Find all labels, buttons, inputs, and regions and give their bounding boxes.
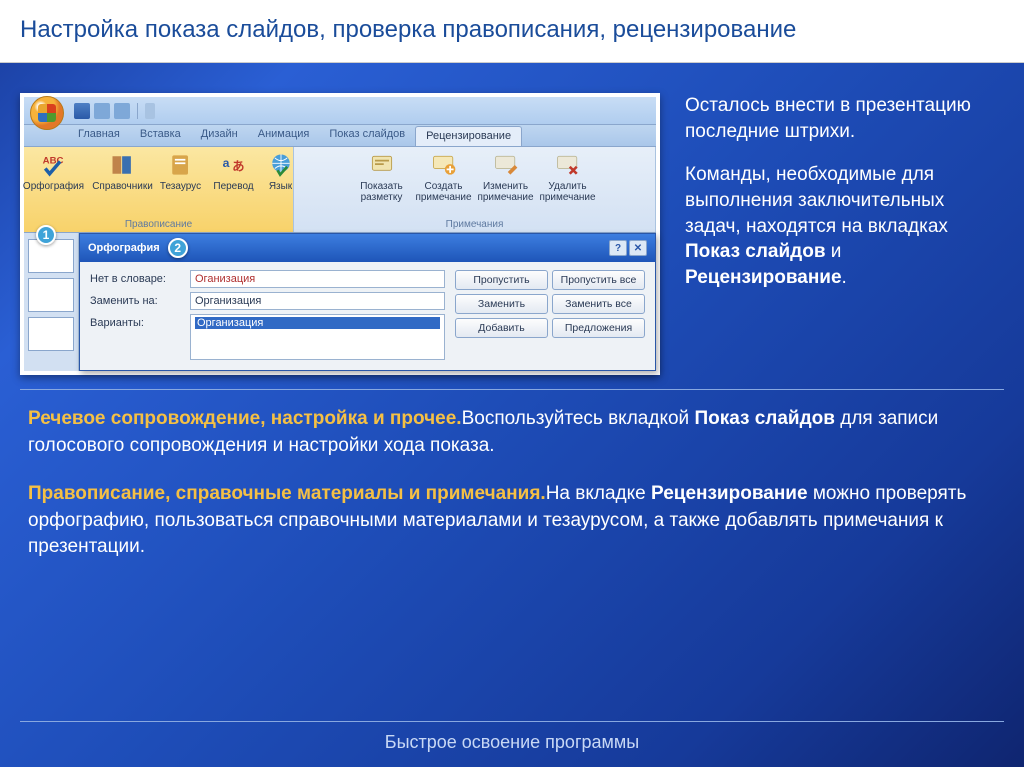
edit-comment-button[interactable]: Изменить примечание	[478, 151, 534, 203]
help-icon[interactable]: ?	[609, 240, 627, 256]
translate-label: Перевод	[213, 181, 253, 192]
new-comment-label: Создать примечание	[415, 181, 471, 203]
page-title: Настройка показа слайдов, проверка право…	[0, 0, 1024, 63]
translate-icon: aあ	[220, 151, 248, 179]
office-button[interactable]	[30, 96, 64, 130]
change-to-field[interactable]: Организация	[190, 292, 445, 310]
slide-thumbnails	[24, 233, 79, 371]
thesaurus-label: Тезаурус	[160, 181, 201, 192]
save-icon[interactable]	[74, 103, 90, 119]
body-p2b: Рецензирование	[651, 483, 808, 504]
thesaurus-icon	[167, 151, 195, 179]
office-window: Главная Вставка Дизайн Анимация Показ сл…	[20, 93, 660, 375]
change-to-label: Заменить на:	[90, 292, 180, 307]
redo-icon[interactable]	[114, 103, 130, 119]
tab-review[interactable]: Рецензирование	[415, 126, 522, 146]
dialog-titlebar: Орфография 2 ? ✕	[80, 234, 655, 262]
edit-comment-label: Изменить примечание	[477, 181, 533, 203]
spelling-icon: ABC	[40, 151, 68, 179]
body-p2a: На вкладке	[546, 483, 651, 504]
show-markup-label: Показать разметку	[354, 181, 410, 203]
suggest-button[interactable]: Предложения	[552, 318, 645, 338]
svg-text:a: a	[222, 156, 229, 170]
divider	[20, 389, 1004, 390]
callout-1: 1	[36, 225, 56, 245]
research-button[interactable]: Справочники	[95, 151, 151, 192]
slide-thumb[interactable]	[28, 317, 74, 351]
thesaurus-button[interactable]: Тезаурус	[157, 151, 205, 192]
spelling-dialog: Орфография 2 ? ✕ Нет в словаре: Оганизац…	[79, 233, 656, 371]
body-text: Речевое сопровождение, настройка и проче…	[0, 406, 1024, 593]
tab-slideshow[interactable]: Показ слайдов	[319, 125, 415, 146]
tab-home[interactable]: Главная	[68, 125, 130, 146]
group-comments: Показать разметку Создать примечание	[294, 147, 656, 232]
tab-insert[interactable]: Вставка	[130, 125, 191, 146]
delete-comment-button[interactable]: Удалить примечание	[540, 151, 596, 203]
change-all-button[interactable]: Заменить все	[552, 294, 645, 314]
group-comments-label: Примечания	[446, 219, 504, 230]
side-p1: Осталось внести в презентацию последние …	[685, 93, 1004, 144]
ignore-all-button[interactable]: Пропустить все	[552, 270, 645, 290]
show-markup-button[interactable]: Показать разметку	[354, 151, 410, 203]
slide-thumb[interactable]	[28, 278, 74, 312]
add-button[interactable]: Добавить	[455, 318, 548, 338]
body-p1a: Воспользуйтесь вкладкой	[462, 408, 695, 429]
new-comment-button[interactable]: Создать примечание	[416, 151, 472, 203]
delete-comment-label: Удалить примечание	[539, 181, 595, 203]
tab-animation[interactable]: Анимация	[248, 125, 320, 146]
suggestion-item[interactable]: Организация	[195, 317, 440, 329]
markup-icon	[368, 151, 396, 179]
suggestions-label: Варианты:	[90, 314, 180, 329]
side-p2-and: и	[826, 241, 842, 262]
svg-text:ABC: ABC	[42, 155, 63, 166]
side-p2: Команды, необходимые для выполнения закл…	[685, 162, 1004, 290]
group-proofing-label: Правописание	[125, 219, 192, 230]
dialog-title-text: Орфография	[88, 242, 160, 254]
not-in-dict-label: Нет в словаре:	[90, 270, 180, 285]
side-p2a: Команды, необходимые для выполнения закл…	[685, 164, 948, 236]
ribbon: 1 ABC Орфография Сп	[24, 147, 656, 233]
group-proofing: ABC Орфография Справочники	[24, 147, 294, 232]
undo-icon[interactable]	[94, 103, 110, 119]
ignore-button[interactable]: Пропустить	[455, 270, 548, 290]
not-in-dict-field[interactable]: Оганизация	[190, 270, 445, 288]
ribbon-tabs: Главная Вставка Дизайн Анимация Показ сл…	[24, 125, 656, 147]
tab-design[interactable]: Дизайн	[191, 125, 248, 146]
suggestions-list[interactable]: Организация	[190, 314, 445, 360]
translate-button[interactable]: aあ Перевод	[211, 151, 257, 192]
body-h1: Речевое сопровождение, настройка и проче…	[28, 408, 462, 429]
new-comment-icon	[430, 151, 458, 179]
workspace: Орфография 2 ? ✕ Нет в словаре: Оганизац…	[24, 233, 656, 371]
quick-access-toolbar	[24, 97, 656, 125]
edit-comment-icon	[492, 151, 520, 179]
language-icon	[267, 151, 295, 179]
side-p2-b2: Рецензирование	[685, 267, 842, 288]
callout-2: 2	[168, 238, 188, 258]
spelling-button[interactable]: ABC Орфография	[19, 151, 89, 192]
side-text: Осталось внести в презентацию последние …	[685, 93, 1004, 375]
change-button[interactable]: Заменить	[455, 294, 548, 314]
body-h2: Правописание, справочные материалы и при…	[28, 483, 546, 504]
research-icon	[109, 151, 137, 179]
delete-comment-icon	[554, 151, 582, 179]
close-icon[interactable]: ✕	[629, 240, 647, 256]
slide-thumb[interactable]	[28, 239, 74, 273]
body-p1b: Показ слайдов	[694, 408, 835, 429]
language-label: Язык	[269, 181, 292, 192]
research-label: Справочники	[92, 181, 153, 192]
spelling-label: Орфография	[23, 181, 84, 192]
side-p2-b1: Показ слайдов	[685, 241, 826, 262]
side-p2-end: .	[842, 267, 847, 288]
footer-text: Быстрое освоение программы	[20, 721, 1004, 753]
qat-separator	[137, 103, 138, 119]
svg-text:あ: あ	[232, 159, 244, 173]
qat-dropdown-icon[interactable]	[145, 103, 155, 119]
